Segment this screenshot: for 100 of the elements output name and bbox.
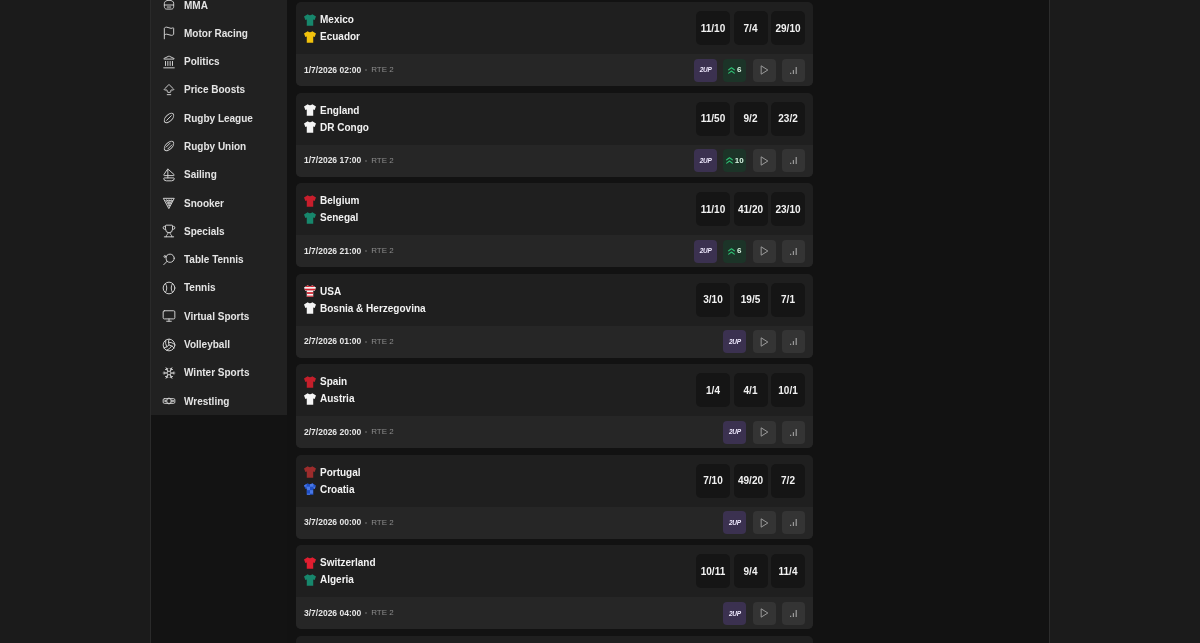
- bar-chart-icon: [790, 338, 797, 346]
- play-button[interactable]: [752, 239, 776, 263]
- bar-chart-icon: [790, 157, 797, 165]
- sidebar-item[interactable]: Specials: [151, 217, 287, 246]
- team-name: USA: [320, 284, 342, 299]
- start-time: 1/7/2026 02:00: [304, 63, 362, 77]
- glove-icon: [162, 0, 176, 12]
- play-button[interactable]: [752, 420, 776, 444]
- snowflake-icon: [162, 365, 176, 380]
- stats-button[interactable]: [782, 330, 805, 354]
- odds-button[interactable]: 10/1: [771, 373, 805, 408]
- team-name: Austria: [320, 392, 355, 407]
- team-name: England: [320, 103, 360, 118]
- start-time: 3/7/2026 00:00: [304, 516, 362, 530]
- odds-button[interactable]: 9/2: [733, 101, 768, 136]
- sidebar-item[interactable]: Virtual Sports: [151, 302, 287, 331]
- channel-label: RTE 2: [371, 245, 394, 258]
- channel-label: RTE 2: [371, 64, 394, 76]
- sidebar-item[interactable]: Motor Racing: [151, 19, 287, 48]
- play-button[interactable]: [752, 58, 776, 82]
- rugby-ball-icon: [162, 111, 176, 126]
- odds-button[interactable]: 1/4: [696, 373, 730, 408]
- start-time: 1/7/2026 21:00: [304, 244, 362, 258]
- sidebar-item[interactable]: Rugby League: [151, 104, 287, 133]
- sidebar-item[interactable]: Price Boosts: [151, 75, 287, 105]
- boost-button[interactable]: 6: [723, 58, 747, 82]
- play-icon: [759, 155, 769, 166]
- stats-button[interactable]: [782, 239, 805, 263]
- monitor-icon: [162, 309, 176, 324]
- odds-button[interactable]: 19/5: [733, 282, 768, 317]
- flag-icon: [162, 26, 176, 41]
- channel-label: RTE 2: [371, 516, 394, 529]
- odds-button[interactable]: 23/2: [771, 101, 805, 136]
- team-name: Belgium: [320, 194, 360, 209]
- stats-button[interactable]: [782, 58, 805, 82]
- odds-button[interactable]: 11/10: [696, 11, 730, 45]
- paddle-icon: [162, 252, 176, 267]
- play-button[interactable]: [752, 330, 776, 354]
- stats-button[interactable]: [782, 511, 805, 535]
- volleyball-icon: [162, 337, 176, 352]
- stats-button[interactable]: [782, 420, 805, 444]
- channel-label: RTE 2: [371, 154, 394, 167]
- odds-button[interactable]: 10/11: [696, 554, 730, 589]
- team-name: Ecuador: [320, 30, 360, 44]
- sidebar-item[interactable]: Snooker: [151, 188, 287, 218]
- sidebar-item[interactable]: MMA: [151, 0, 287, 20]
- odds-button[interactable]: 7/1: [771, 282, 805, 317]
- sidebar-item[interactable]: Tennis: [151, 273, 287, 303]
- bar-chart-icon: [790, 66, 797, 74]
- bar-chart-icon: [790, 247, 797, 255]
- odds-button[interactable]: 29/10: [771, 11, 805, 45]
- boost-button[interactable]: 6: [723, 239, 747, 263]
- sidebar-item[interactable]: Wrestling: [151, 387, 287, 416]
- sidebar-item[interactable]: Rugby Union: [151, 132, 287, 161]
- trophy-icon: [162, 224, 176, 239]
- ball-rack-icon: [162, 196, 176, 211]
- team-name: Spain: [320, 375, 348, 390]
- start-time: 2/7/2026 01:00: [304, 335, 362, 349]
- start-time: 3/7/2026 04:00: [304, 607, 362, 620]
- boost-button[interactable]: 10: [723, 149, 747, 173]
- odds-button[interactable]: 9/4: [733, 554, 768, 589]
- odds-button[interactable]: 49/20: [733, 463, 768, 498]
- landmark-icon: [162, 54, 176, 69]
- sidebar-item[interactable]: Table Tennis: [151, 245, 287, 274]
- sidebar-item[interactable]: Sailing: [151, 160, 287, 189]
- bar-chart-icon: [790, 519, 797, 527]
- odds-button[interactable]: 7/10: [696, 463, 730, 498]
- odds-button[interactable]: 3/10: [696, 282, 730, 317]
- channel-label: RTE 2: [371, 426, 394, 439]
- team-name: DR Congo: [320, 120, 369, 135]
- play-button[interactable]: [752, 601, 776, 625]
- stats-button[interactable]: [782, 601, 805, 625]
- play-icon: [759, 517, 769, 528]
- play-icon: [759, 65, 769, 75]
- odds-button[interactable]: 7/4: [733, 11, 768, 45]
- play-button[interactable]: [752, 511, 776, 535]
- play-button[interactable]: [752, 149, 776, 173]
- odds-button[interactable]: 23/10: [771, 192, 805, 227]
- play-icon: [759, 246, 769, 257]
- stats-button[interactable]: [782, 149, 805, 173]
- start-time: 1/7/2026 17:00: [304, 154, 362, 167]
- sailboat-icon: [162, 167, 176, 182]
- rugby-ball-icon: [162, 139, 176, 154]
- sidebar-item[interactable]: Winter Sports: [151, 358, 287, 387]
- team-name: Switzerland: [320, 556, 376, 571]
- sidebar-item[interactable]: Politics: [151, 47, 287, 76]
- odds-button[interactable]: 4/1: [733, 373, 768, 408]
- start-time: 2/7/2026 20:00: [304, 425, 362, 439]
- odds-button[interactable]: 11/50: [696, 101, 730, 136]
- sidebar-item[interactable]: Volleyball: [151, 330, 287, 359]
- channel-label: RTE 2: [371, 335, 394, 348]
- odds-button[interactable]: 7/2: [771, 463, 805, 498]
- odds-button[interactable]: 41/20: [733, 192, 768, 227]
- odds-button[interactable]: 11/10: [696, 192, 730, 227]
- channel-label: RTE 2: [371, 607, 394, 620]
- play-icon: [759, 608, 769, 619]
- team-name: Bosnia & Herzegovina: [320, 301, 426, 316]
- odds-button[interactable]: 11/4: [771, 554, 805, 589]
- tennis-ball-icon: [162, 280, 176, 295]
- team-name: Mexico: [320, 13, 354, 27]
